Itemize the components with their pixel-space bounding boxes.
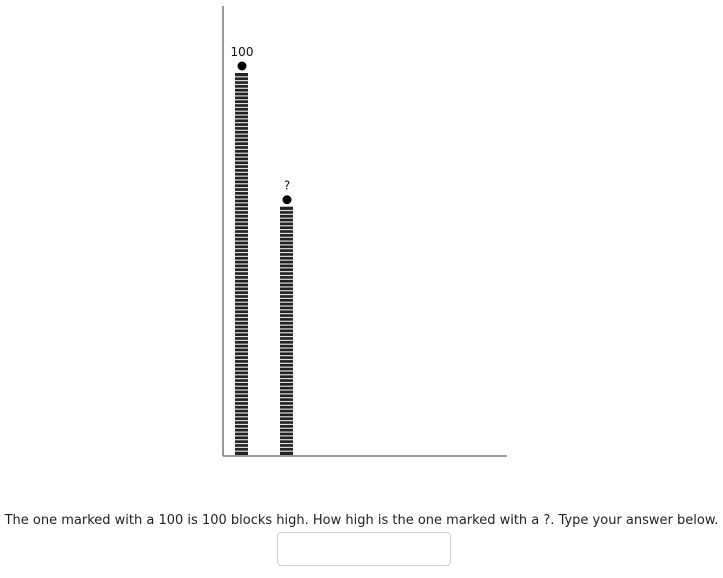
answer-input[interactable]	[277, 532, 451, 566]
question-text: The one marked with a 100 is 100 blocks …	[4, 513, 719, 528]
bar-1: 100	[231, 45, 254, 455]
bar-label: ?	[284, 179, 290, 193]
bar-marker-dot	[237, 61, 247, 71]
bar-chart: 100?	[222, 6, 507, 457]
bar-marker-dot	[282, 195, 292, 205]
question-screen: 100? The one marked with a 100 is 100 bl…	[0, 0, 723, 578]
bar-2: ?	[280, 179, 293, 455]
bar-rect	[280, 206, 293, 455]
bar-label: 100	[231, 45, 254, 59]
